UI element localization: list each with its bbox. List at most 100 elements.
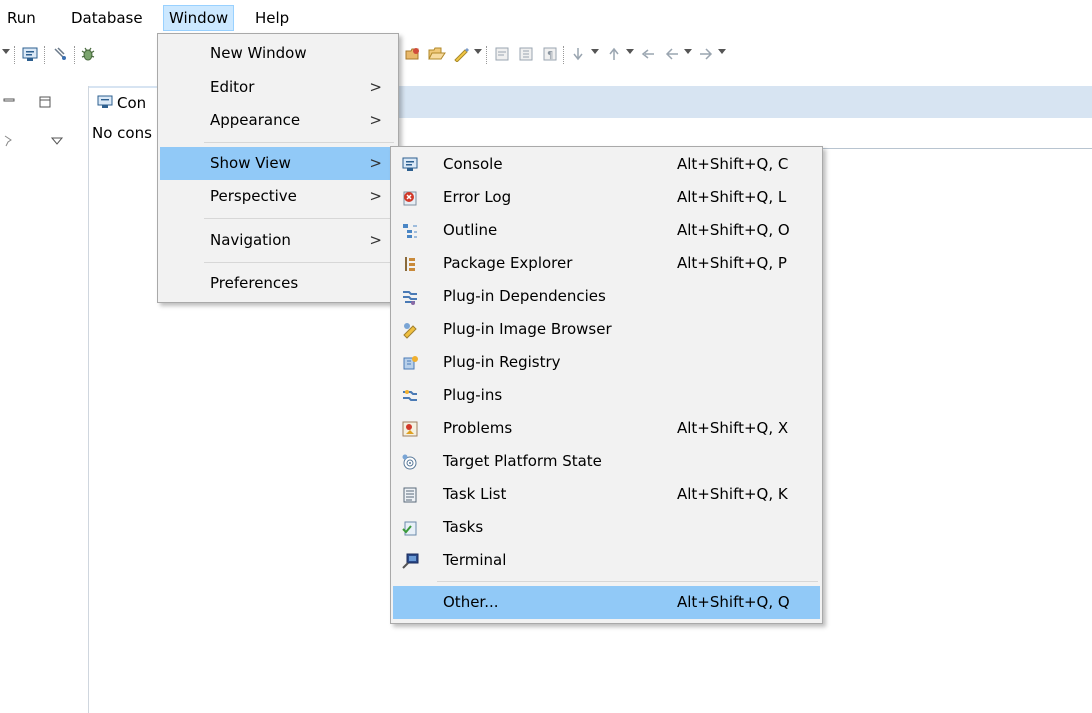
menu-separator: [204, 262, 394, 263]
menu-separator: [204, 142, 394, 143]
submenu-arrow-icon: >: [369, 187, 382, 205]
debug-bug-icon[interactable]: [80, 46, 96, 62]
menu-item-label: Plug-in Dependencies: [443, 287, 606, 305]
menu-item-task-list[interactable]: Task List Alt+Shift+Q, K: [393, 479, 820, 511]
menu-run[interactable]: Run: [2, 6, 41, 30]
toolbar-separator: [14, 46, 17, 64]
view-menu-icon[interactable]: [50, 136, 64, 146]
tab-console-label: Con: [117, 94, 147, 112]
menu-item-shortcut: Alt+Shift+Q, Q: [677, 593, 790, 611]
submenu-arrow-icon: >: [369, 231, 382, 249]
tasks-icon: [402, 521, 417, 536]
menu-item-problems[interactable]: Problems Alt+Shift+Q, X: [393, 413, 820, 445]
menu-item-label: Appearance: [210, 111, 301, 129]
console-icon: [97, 95, 113, 108]
menu-item-label: Plug-in Image Browser: [443, 320, 612, 338]
menu-item-preferences[interactable]: Preferences: [160, 268, 396, 300]
menu-item-label: Tasks: [443, 518, 484, 536]
menu-item-appearance[interactable]: Appearance >: [160, 105, 396, 137]
menu-item-shortcut: Alt+Shift+Q, P: [677, 254, 787, 272]
dropdown-arrow-icon[interactable]: [626, 49, 634, 54]
menu-item-navigation[interactable]: Navigation >: [160, 225, 396, 257]
menu-item-package-explorer[interactable]: Package Explorer Alt+Shift+Q, P: [393, 248, 820, 280]
maximize-icon[interactable]: [38, 95, 52, 109]
menu-help[interactable]: Help: [250, 6, 294, 30]
task-list-icon: [403, 487, 417, 503]
menu-item-label: Terminal: [443, 551, 507, 569]
back-arrow-icon[interactable]: [664, 46, 680, 62]
menu-separator: [204, 218, 394, 219]
left-trim-stack: [0, 86, 88, 713]
outline-icon: [403, 224, 417, 238]
menu-item-new-window[interactable]: New Window: [160, 38, 396, 70]
problems-icon: [402, 421, 418, 437]
previous-annotation-icon[interactable]: [606, 46, 622, 62]
pin-view-icon[interactable]: [2, 134, 14, 148]
menu-item-plugin-dependencies[interactable]: Plug-in Dependencies: [393, 281, 820, 313]
dropdown-arrow-icon[interactable]: [591, 49, 599, 54]
menu-item-label: Show View: [210, 154, 291, 172]
menu-item-shortcut: Alt+Shift+Q, K: [677, 485, 788, 503]
dropdown-arrow-icon[interactable]: [718, 49, 726, 54]
submenu-arrow-icon: >: [369, 78, 382, 96]
toggle-block-selection-icon[interactable]: [518, 46, 534, 62]
menu-item-label: Console: [443, 155, 503, 173]
plugin-registry-icon: [403, 356, 418, 370]
toolbar-separator: [44, 46, 47, 64]
toggle-breadcrumb-icon[interactable]: [494, 46, 510, 62]
package-explorer-icon: [405, 257, 415, 271]
toolbar-separator: [74, 46, 77, 64]
open-folder-icon[interactable]: [428, 46, 446, 62]
menu-item-terminal[interactable]: Terminal: [393, 545, 820, 577]
window-menu: New Window Editor > Appearance > Show Vi…: [157, 33, 399, 303]
menu-item-label: Target Platform State: [443, 452, 602, 470]
submenu-arrow-icon: >: [369, 111, 382, 129]
menu-item-other[interactable]: Other... Alt+Shift+Q, Q: [393, 586, 820, 619]
menu-item-label: Editor: [210, 78, 255, 96]
next-annotation-icon[interactable]: [570, 46, 586, 62]
menu-item-editor[interactable]: Editor >: [160, 72, 396, 104]
annotation-pen-icon[interactable]: [452, 46, 470, 62]
console-message: No cons: [92, 124, 152, 142]
menu-window[interactable]: Window: [163, 5, 235, 31]
menu-item-label: Plug-in Registry: [443, 353, 561, 371]
menu-item-label: Preferences: [210, 274, 299, 292]
menu-item-plugin-registry[interactable]: Plug-in Registry: [393, 347, 820, 379]
menu-item-target-platform-state[interactable]: Target Platform State: [393, 446, 820, 478]
menu-item-console[interactable]: Console Alt+Shift+Q, C: [393, 149, 820, 181]
show-whitespace-icon[interactable]: ¶: [542, 46, 558, 62]
menu-item-shortcut: Alt+Shift+Q, L: [677, 188, 787, 206]
menu-item-error-log[interactable]: Error Log Alt+Shift+Q, L: [393, 182, 820, 214]
menu-item-label: Navigation: [210, 231, 291, 249]
menu-item-tasks[interactable]: Tasks: [393, 512, 820, 544]
dropdown-arrow-icon[interactable]: [474, 49, 482, 54]
terminal-icon: [402, 553, 419, 569]
menu-item-label: Other...: [443, 593, 499, 611]
target-platform-icon: [402, 454, 417, 470]
menu-item-outline[interactable]: Outline Alt+Shift+Q, O: [393, 215, 820, 247]
dropdown-arrow-icon[interactable]: [2, 49, 10, 54]
console-icon[interactable]: [22, 46, 38, 62]
dropdown-arrow-icon[interactable]: [684, 49, 692, 54]
forward-arrow-icon[interactable]: [698, 46, 714, 62]
error-log-icon: [403, 191, 417, 206]
menu-item-plugin-image-browser[interactable]: Plug-in Image Browser: [393, 314, 820, 346]
toolbar-separator: [486, 46, 489, 64]
menu-item-label: Perspective: [210, 187, 297, 205]
menu-item-perspective[interactable]: Perspective >: [160, 181, 396, 213]
last-edit-location-icon[interactable]: [640, 46, 656, 62]
pin-icon[interactable]: [52, 46, 68, 62]
menu-item-shortcut: Alt+Shift+Q, O: [677, 221, 790, 239]
menu-item-shortcut: Alt+Shift+Q, C: [677, 155, 789, 173]
menu-item-label: Outline: [443, 221, 498, 239]
menu-item-plugins[interactable]: Plug-ins: [393, 380, 820, 412]
svg-text:¶: ¶: [547, 50, 553, 61]
menu-item-show-view[interactable]: Show View >: [160, 147, 396, 180]
menu-item-label: Plug-ins: [443, 386, 503, 404]
new-project-icon[interactable]: [404, 46, 422, 62]
plugins-icon: [403, 390, 417, 401]
plugin-dependencies-icon: [403, 291, 417, 305]
plugin-image-browser-icon: [403, 323, 417, 339]
menu-database[interactable]: Database: [66, 6, 148, 30]
minimize-icon[interactable]: [3, 96, 17, 108]
